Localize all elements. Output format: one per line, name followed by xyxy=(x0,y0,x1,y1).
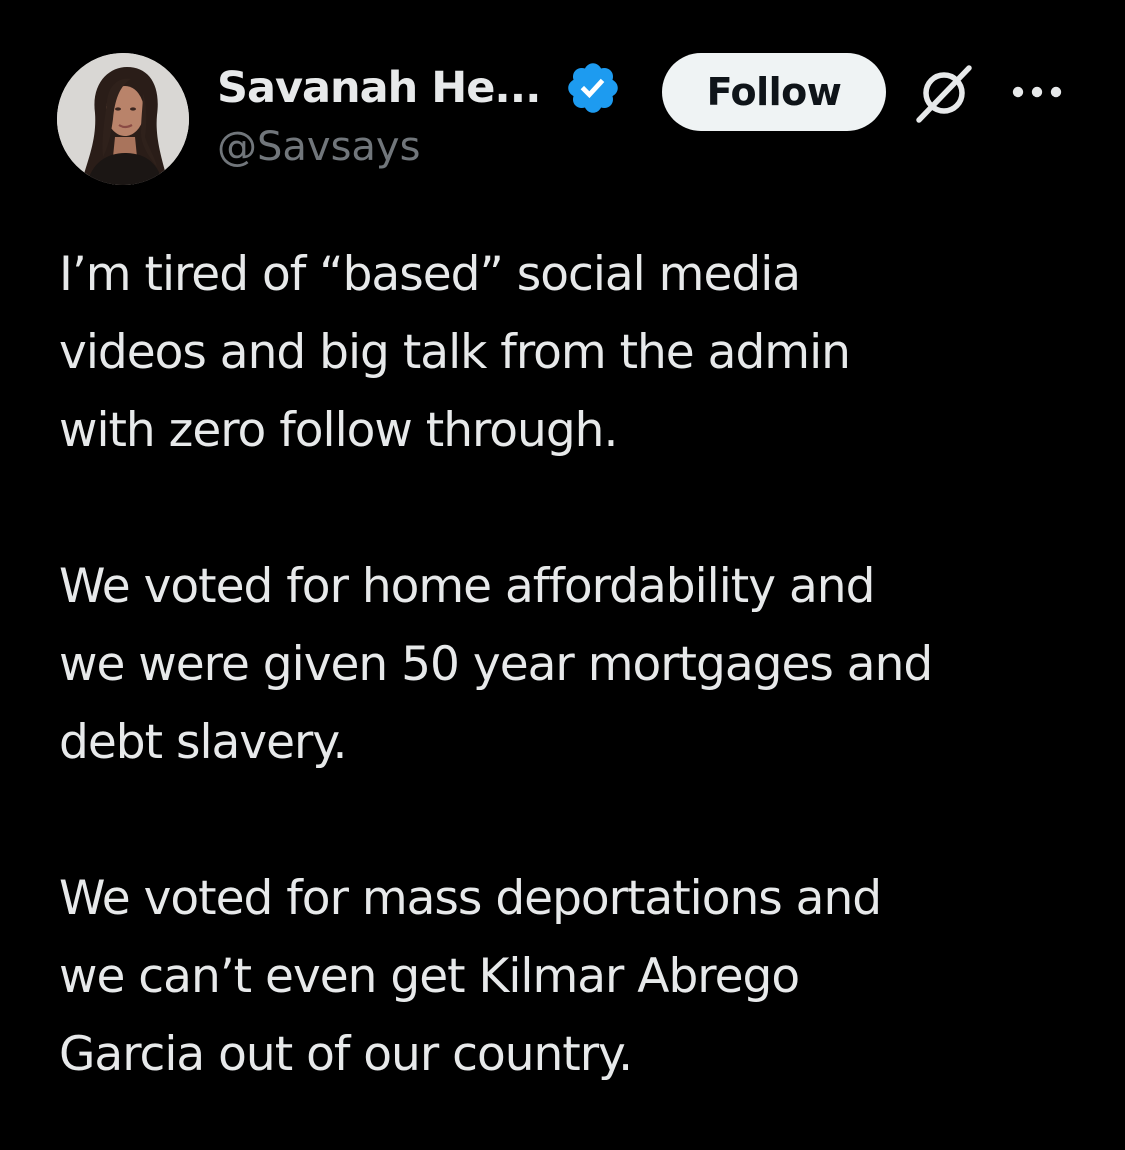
verified-badge-icon xyxy=(568,63,619,113)
tweet-paragraph: I’m tired of “based” social media videos… xyxy=(59,247,851,458)
author-name-row: Savanah He... xyxy=(217,58,622,118)
tweet-card: Savanah He... @Savsays Follow I’m tired … xyxy=(0,0,1125,1150)
tweet-text: I’m tired of “based” social media videos… xyxy=(59,236,1099,1094)
avatar[interactable] xyxy=(57,53,189,185)
more-options-icon[interactable] xyxy=(1010,82,1064,102)
tweet-paragraph: We voted for home affordability and we w… xyxy=(59,559,933,770)
author-handle[interactable]: @Savsays xyxy=(217,124,420,170)
tweet-paragraph: We voted for mass deportations and we ca… xyxy=(59,871,882,1082)
profile-photo-icon xyxy=(57,53,189,185)
author-display-name[interactable]: Savanah He... xyxy=(217,63,541,113)
grok-icon[interactable] xyxy=(913,62,975,124)
follow-button[interactable]: Follow xyxy=(662,53,886,131)
